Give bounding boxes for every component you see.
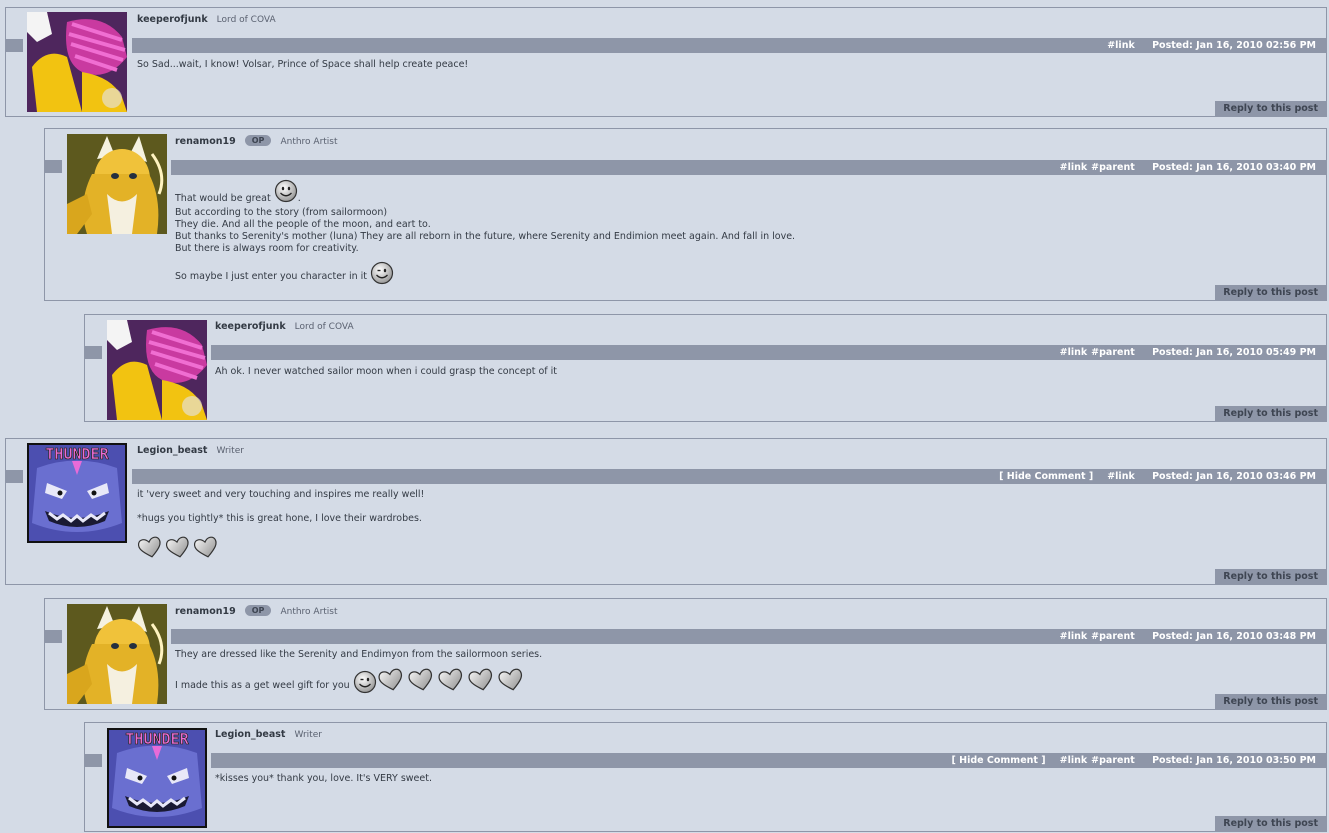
link-anchor[interactable]: #link: [1060, 755, 1088, 766]
smiley-emoticon-icon: [274, 179, 298, 203]
username-link[interactable]: keeperofjunk: [137, 14, 208, 25]
reply-button[interactable]: Reply to this post: [1215, 569, 1326, 584]
comment: keeperofjunk Lord of COVA #link #parent P…: [84, 314, 1327, 422]
user-title: Anthro Artist: [280, 607, 338, 617]
avatar-thunder-text: THUNDER: [125, 730, 189, 748]
link-anchor[interactable]: #link: [1107, 471, 1135, 482]
reply-button[interactable]: Reply to this post: [1215, 101, 1326, 116]
avatar-thunder-text: THUNDER: [45, 445, 109, 463]
comment-body: it 'very sweet and very touching and ins…: [137, 489, 424, 559]
comment-text: But there is always room for creativity.: [175, 243, 359, 254]
comment: renamon19 OP Anthro Artist #link #parent …: [44, 128, 1327, 301]
comment-bar: [ Hide Comment ] #link #parent Posted: Jan…: [211, 753, 1326, 768]
posted-timestamp: Posted: Jan 16, 2010 03:46 PM: [1152, 471, 1316, 482]
op-badge: OP: [244, 605, 272, 616]
comment-text: it 'very sweet and very touching and ins…: [137, 489, 425, 500]
reply-button[interactable]: Reply to this post: [1215, 406, 1326, 421]
username-link[interactable]: Legion_beast: [137, 445, 207, 456]
posted-timestamp: Posted: Jan 16, 2010 03:50 PM: [1152, 755, 1316, 766]
thread-marker: [44, 630, 62, 643]
comment: THUNDER Legion_beast Writer [ Hide Comme…: [5, 438, 1327, 585]
link-anchor[interactable]: #link: [1060, 162, 1088, 173]
username-link[interactable]: renamon19: [175, 606, 236, 617]
heart-emoticon-icon: [165, 535, 191, 559]
parent-link[interactable]: #parent: [1091, 755, 1135, 766]
wink-emoticon-icon: [353, 670, 377, 694]
comment-text: *kisses you* thank you, love. It's VERY …: [215, 773, 432, 784]
avatar[interactable]: [107, 320, 207, 420]
thread-marker: [84, 346, 102, 359]
heart-emoticon-icon: [377, 667, 405, 692]
user-title: Lord of COVA: [294, 322, 354, 332]
heart-emoticon-icon: [437, 667, 465, 692]
reply-button[interactable]: Reply to this post: [1215, 816, 1326, 831]
comment-body: *kisses you* thank you, love. It's VERY …: [215, 773, 432, 785]
comment-body: That would be great . But according to t…: [175, 179, 795, 285]
link-anchor[interactable]: #link: [1060, 631, 1088, 642]
avatar[interactable]: THUNDER: [27, 443, 127, 543]
comment-text: But thanks to Serenity's mother (luna) T…: [175, 231, 796, 242]
comment-body: They are dressed like the Serenity and E…: [175, 649, 542, 694]
link-anchor[interactable]: #link: [1107, 40, 1135, 51]
reply-button[interactable]: Reply to this post: [1215, 285, 1326, 300]
posted-timestamp: Posted: Jan 16, 2010 03:40 PM: [1152, 162, 1316, 173]
comment-text: They are dressed like the Serenity and E…: [175, 649, 543, 660]
comment-text: That would be great: [175, 193, 271, 204]
wink-emoticon-icon: [370, 261, 394, 285]
avatar[interactable]: [67, 134, 167, 234]
username-link[interactable]: keeperofjunk: [215, 321, 286, 332]
posted-timestamp: Posted: Jan 16, 2010 05:49 PM: [1152, 347, 1316, 358]
comment-text: I made this as a get weel gift for you: [175, 680, 350, 691]
comment-text: *hugs you tightly* this is great hone, I…: [137, 513, 422, 524]
user-title: Anthro Artist: [280, 137, 338, 147]
comment-text: They die. And all the people of the moon…: [175, 219, 431, 230]
thread-marker: [84, 754, 102, 767]
posted-timestamp: Posted: Jan 16, 2010 02:56 PM: [1152, 40, 1316, 51]
comment-text: Ah ok. I never watched sailor moon when …: [215, 366, 558, 377]
user-title: Writer: [216, 446, 244, 456]
comment-text: So maybe I just enter you character in i…: [175, 271, 368, 282]
thread-marker: [5, 470, 23, 483]
username-link[interactable]: renamon19: [175, 136, 236, 147]
comment-body: Ah ok. I never watched sailor moon when …: [215, 366, 557, 378]
comment-bar: #link #parent Posted: Jan 16, 2010 05:49 …: [211, 345, 1326, 360]
comment-text: So Sad...wait, I know! Volsar, Prince of…: [137, 59, 469, 70]
heart-emoticon-icon: [467, 667, 495, 692]
comment-bar: #link #parent Posted: Jan 16, 2010 03:40 …: [171, 160, 1326, 175]
comment-bar: [ Hide Comment ] #link Posted: Jan 16, 20…: [132, 469, 1326, 484]
comment: THUNDER Legion_beast Writer [ Hide Comme…: [84, 722, 1327, 832]
comment: renamon19 OP Anthro Artist #link #parent …: [44, 598, 1327, 710]
parent-link[interactable]: #parent: [1091, 631, 1135, 642]
user-title: Lord of COVA: [216, 15, 276, 25]
comment-body: So Sad...wait, I know! Volsar, Prince of…: [137, 59, 468, 71]
thread-marker: [5, 39, 23, 52]
heart-emoticon-icon: [407, 667, 435, 692]
avatar[interactable]: [67, 604, 167, 704]
reply-button[interactable]: Reply to this post: [1215, 694, 1326, 709]
user-title: Writer: [294, 730, 322, 740]
avatar[interactable]: [27, 12, 127, 112]
heart-emoticon-icon: [497, 667, 525, 692]
comment: keeperofjunk Lord of COVA #link Posted: …: [5, 7, 1327, 117]
heart-emoticon-icon: [137, 535, 163, 559]
parent-link[interactable]: #parent: [1091, 347, 1135, 358]
hide-comment-link[interactable]: [ Hide Comment ]: [999, 471, 1093, 482]
heart-emoticon-icon: [193, 535, 219, 559]
thread-marker: [44, 160, 62, 173]
avatar[interactable]: THUNDER: [107, 728, 207, 828]
link-anchor[interactable]: #link: [1060, 347, 1088, 358]
username-link[interactable]: Legion_beast: [215, 729, 285, 740]
comment-bar: #link Posted: Jan 16, 2010 02:56 PM: [132, 38, 1326, 53]
posted-timestamp: Posted: Jan 16, 2010 03:48 PM: [1152, 631, 1316, 642]
hide-comment-link[interactable]: [ Hide Comment ]: [952, 755, 1046, 766]
comment-text: But according to the story (from sailorm…: [175, 207, 388, 218]
parent-link[interactable]: #parent: [1091, 162, 1135, 173]
comment-bar: #link #parent Posted: Jan 16, 2010 03:48 …: [171, 629, 1326, 644]
op-badge: OP: [244, 135, 272, 146]
